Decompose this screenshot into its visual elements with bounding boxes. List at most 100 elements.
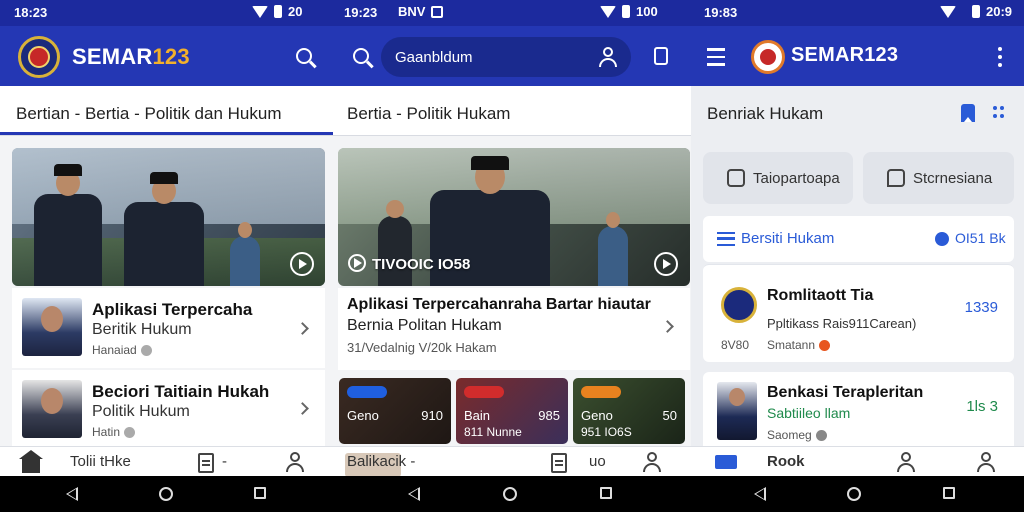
app-bar: SEMAR123	[0, 26, 333, 86]
article-card-2[interactable]: Beciori Taitiain Hukah Politik Hukum Hat…	[12, 370, 325, 446]
chevron-right-icon	[661, 320, 674, 333]
article-card-1[interactable]: Aplikasi Terpercaha Beritik Hukum Hanaia…	[12, 288, 325, 368]
app-bar: Gaanbldum	[333, 26, 691, 86]
source-icon	[819, 339, 831, 351]
hero-bystander-head	[606, 212, 620, 228]
video-card-3[interactable]: Geno 50 951 IO6S	[573, 378, 685, 444]
home-button-icon[interactable]	[847, 487, 861, 501]
bottom-nav: Tolii tHke -	[0, 446, 333, 476]
bottom-nav-label[interactable]: Tolii tHke	[70, 453, 131, 470]
hero-person-1	[34, 164, 102, 286]
hero-video[interactable]: TIVOOIC IO58	[338, 148, 690, 286]
filter-chip-2-label: Stcrnesiana	[913, 169, 993, 187]
play-icon[interactable]	[654, 252, 678, 276]
video-card-1[interactable]: Geno 910	[339, 378, 451, 444]
brand-name-white: SEMAR	[72, 44, 153, 69]
brand-name-yellow: 123	[152, 44, 190, 69]
section-header: Benriak Hukam	[691, 86, 1024, 136]
battery-icon	[972, 5, 980, 18]
back-icon[interactable]	[754, 487, 766, 501]
filter-chip-2[interactable]: Stcrnesiana	[863, 152, 1014, 204]
recents-icon[interactable]	[600, 487, 612, 499]
article-subtitle-2: Politik Hukum	[92, 403, 190, 420]
status-extra-2: BNV	[398, 4, 444, 19]
status-time-3: 19:83	[704, 5, 738, 20]
article-thumb-2-face	[41, 388, 63, 414]
app-logo[interactable]	[18, 36, 60, 78]
featured-article-meta: 31/Vedalnig V/20k Hakam	[347, 340, 497, 355]
list-item-2[interactable]: Benkasi Terapleritan Sabtiileo llam Saom…	[703, 372, 1014, 452]
recents-icon[interactable]	[943, 487, 955, 499]
featured-article[interactable]: Aplikasi Terpercahanraha Bartar hiautar …	[338, 288, 690, 370]
item-2-thumb-face	[729, 388, 745, 406]
home-button-icon[interactable]	[503, 487, 517, 501]
account-icon[interactable]	[977, 452, 995, 472]
document-icon[interactable]	[551, 453, 567, 473]
search-icon-button[interactable]	[347, 42, 375, 70]
article-subtitle-1: Beritik Hukum	[92, 321, 192, 338]
app-logo[interactable]	[751, 40, 785, 74]
sim-icon	[431, 5, 444, 18]
filter-chip-1[interactable]: Taiopartoapa	[703, 152, 853, 204]
video-card-2-title: Bain	[464, 408, 491, 423]
screen-search: Gaanbldum Bertia - Politik Hukam TIVOOIC…	[333, 26, 691, 476]
video-card-3-sub: 951 IO6S	[581, 425, 632, 439]
hero-person-2	[124, 172, 204, 286]
bottom-nav-label[interactable]: Balikacik -	[347, 453, 415, 470]
home-icon[interactable]	[19, 450, 43, 473]
hero-video[interactable]	[12, 148, 325, 286]
brand-name: SEMAR123	[72, 44, 190, 70]
video-card-2[interactable]: Bain 985 811 Nunne	[456, 378, 568, 444]
grid-icon[interactable]	[993, 106, 1005, 118]
list-item-1[interactable]: Romlitaott Tia Ppltikass Rais911Carean) …	[703, 264, 1014, 362]
source-icon	[124, 426, 136, 438]
battery-icon	[274, 5, 282, 18]
list-header-title: Bersiti Hukam	[741, 230, 835, 247]
video-card-1-badge	[347, 386, 387, 398]
profile-icon[interactable]	[286, 452, 304, 472]
back-icon[interactable]	[66, 487, 78, 501]
item-2-meta-text: Saomeg	[767, 428, 812, 442]
status-battery-2: 100	[636, 4, 658, 19]
screen-category: SEMAR123 Benriak Hukam Taiopartoapa Stcr…	[691, 26, 1024, 476]
article-title-1: Aplikasi Terpercaha	[92, 300, 253, 319]
menu-icon[interactable]	[707, 48, 725, 71]
bottom-nav-label[interactable]: Rook	[767, 453, 805, 470]
item-1-meta: Smatann	[767, 338, 831, 352]
hero-bystander-head	[238, 222, 252, 238]
item-1-meta-text: Smatann	[767, 338, 816, 352]
source-icon	[140, 344, 152, 356]
play-icon[interactable]	[290, 252, 314, 276]
search-button[interactable]	[290, 42, 318, 70]
article-meta-2-text: Hatin	[92, 425, 121, 439]
item-2-subtitle: Sabtiileo llam	[767, 405, 851, 421]
item-2-title: Benkasi Terapleritan	[767, 384, 924, 401]
hero-bystander	[598, 212, 628, 286]
hero-speaker-cap	[471, 156, 509, 170]
tab-politik-hukum[interactable]: Bertian - Bertia - Politik dan Hukum	[16, 104, 282, 124]
category-tab-strip: Bertia - Politik Hukam	[333, 86, 691, 136]
search-input[interactable]: Gaanbldum	[381, 37, 631, 77]
brand-name: SEMAR123	[791, 44, 899, 66]
home-button-icon[interactable]	[159, 487, 173, 501]
recents-icon[interactable]	[254, 487, 266, 499]
document-icon[interactable]	[198, 453, 214, 473]
back-icon[interactable]	[408, 487, 420, 501]
article-meta-2: Hatin	[92, 425, 136, 439]
bookmark-button[interactable]	[647, 42, 675, 70]
video-card-2-sub: 811 Nunne	[464, 425, 522, 439]
news-icon[interactable]	[715, 455, 737, 469]
bookmark-icon[interactable]	[961, 104, 975, 122]
tab-politik-hukam[interactable]: Bertia - Politik Hukam	[347, 104, 510, 124]
user-icon[interactable]	[599, 47, 617, 67]
profile-icon[interactable]	[897, 452, 915, 472]
status-bar: 18:23 20 19:23 BNV 100 19:83 20:9	[0, 0, 1024, 26]
item-1-count: 1339	[964, 299, 998, 316]
article-meta-1-text: Hanaiad	[92, 343, 137, 357]
article-title-2: Beciori Taitiain Hukah	[92, 382, 270, 401]
bottom-nav-second: -	[222, 453, 227, 470]
more-options-icon[interactable]	[998, 47, 1002, 71]
screen-home: SEMAR123 Bertian - Bertia - Politik dan …	[0, 26, 333, 476]
profile-icon[interactable]	[643, 452, 661, 472]
article-thumb-1	[22, 298, 82, 356]
